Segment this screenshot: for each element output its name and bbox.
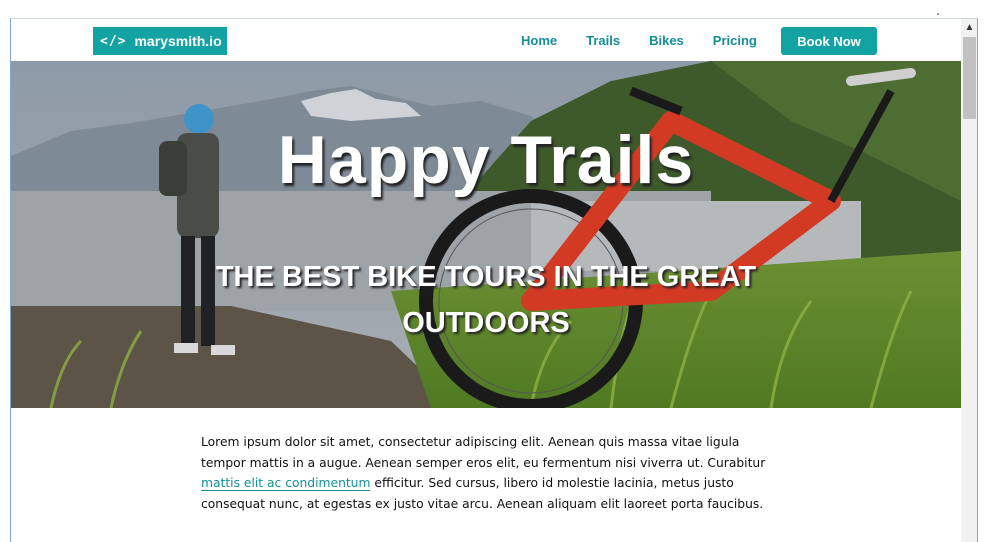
code-brackets-icon: </>	[100, 33, 127, 49]
hero-subtitle: THE BEST BIKE TOURS IN THE GREAT OUTDOOR…	[215, 261, 757, 339]
intro-paragraph: Lorem ipsum dolor sit amet, consectetur …	[201, 432, 771, 514]
paragraph-text-start: Lorem ipsum dolor sit amet, consectetur …	[201, 435, 766, 470]
hero-title: Happy Trails	[277, 122, 695, 198]
nav-links: Home Trails Bikes Pricing	[521, 19, 786, 61]
brand-name: marysmith.io	[134, 33, 222, 49]
nav-pricing-link[interactable]: Pricing	[713, 33, 757, 48]
window-dot	[937, 13, 939, 15]
vertical-scrollbar[interactable]: ▲	[961, 19, 977, 542]
nav-trails-link[interactable]: Trails	[586, 33, 620, 48]
brand-logo[interactable]: </> marysmith.io	[93, 27, 227, 55]
inline-link[interactable]: mattis elit ac condimentum	[201, 476, 371, 491]
book-now-button[interactable]: Book Now	[781, 27, 877, 55]
browser-viewport: </> marysmith.io Home Trails Bikes Prici…	[10, 18, 978, 542]
top-navigation: </> marysmith.io Home Trails Bikes Prici…	[11, 19, 961, 61]
nav-home-link[interactable]: Home	[521, 33, 557, 48]
nav-bikes-link[interactable]: Bikes	[649, 33, 684, 48]
scrollbar-thumb[interactable]	[963, 37, 976, 119]
hero-background-image	[11, 61, 961, 408]
hero-banner: Happy Trails THE BEST BIKE TOURS IN THE …	[11, 61, 961, 408]
scroll-up-arrow-icon[interactable]: ▲	[961, 21, 977, 35]
